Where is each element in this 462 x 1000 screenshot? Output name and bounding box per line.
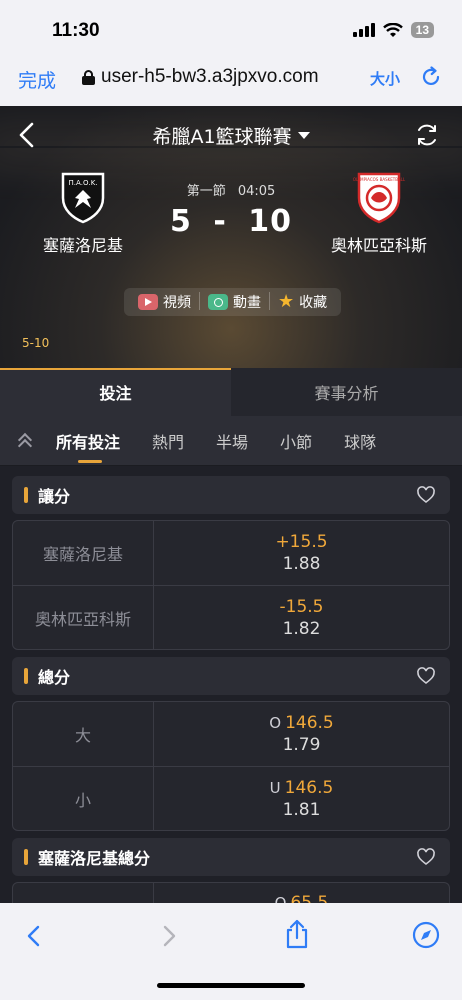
league-selector[interactable]: 希臘A1籃球聯賽 (0, 122, 462, 149)
odds-price: 1.82 (282, 618, 321, 639)
lock-icon (82, 69, 95, 85)
favorite-label: 收藏 (299, 295, 328, 311)
away-team-name: 奧林匹亞科斯 (330, 236, 427, 255)
scoreboard: 希臘A1籃球聯賽 Π.Α.Ο.Κ. 塞薩洛尼基 第一節 04:05 5 - 10 (0, 106, 462, 368)
chevron-down-icon (297, 132, 310, 139)
heart-icon[interactable] (416, 847, 436, 867)
under-prefix: U (269, 778, 281, 797)
tab-quarter[interactable]: 小節 (280, 429, 312, 453)
period-label: 第一節 (186, 184, 226, 199)
wifi-icon (382, 22, 403, 37)
collapse-all-icon[interactable] (16, 431, 36, 453)
away-crest-text: OLYMPIACOS BASKETBALL (353, 177, 406, 182)
odds-cell[interactable]: O 146.5 1.79 (154, 702, 449, 766)
handicap-section-header[interactable]: 讓分 (12, 476, 450, 514)
animation-button[interactable]: 動畫 (202, 292, 267, 312)
video-button[interactable]: 視頻 (132, 292, 197, 312)
selection-label: 大 (13, 702, 154, 766)
url-text: user-h5-bw3.a3jpxvo.com (101, 66, 319, 87)
animation-icon (208, 294, 228, 310)
tab-analysis[interactable]: 賽事分析 (231, 368, 462, 416)
media-toolbar: 視頻 動畫 ★ 收藏 (124, 288, 342, 316)
total-section-header[interactable]: 總分 (12, 657, 450, 695)
home-indicator (157, 983, 305, 988)
tab-bet[interactable]: 投注 (0, 368, 231, 416)
odds-price: 1.88 (282, 554, 321, 574)
done-button[interactable]: 完成 (18, 66, 56, 93)
battery-icon: 13 (410, 22, 434, 38)
status-bar: 11:30 13 (0, 0, 462, 52)
refresh-icon[interactable] (414, 122, 440, 148)
total-line: O 146.5 (269, 713, 333, 733)
share-icon[interactable] (283, 919, 311, 949)
tab-popular[interactable]: 熱門 (152, 429, 184, 453)
heart-icon[interactable] (416, 666, 436, 686)
video-icon (138, 294, 158, 310)
star-icon: ★ (278, 291, 295, 312)
reload-icon[interactable] (420, 66, 442, 88)
accent-bar (24, 487, 28, 503)
total-title: 總分 (38, 668, 71, 687)
away-team: OLYMPIACOS BASKETBALL 奧林匹亞科斯 (314, 168, 444, 256)
signal-icon (352, 23, 375, 37)
selection-label: 奧林匹亞科斯 (13, 586, 154, 649)
divider (269, 292, 270, 310)
mini-score: 5-10 (22, 336, 50, 350)
home-total-section-header[interactable]: 塞薩洛尼基總分 (12, 838, 450, 876)
animation-label: 動畫 (233, 295, 261, 311)
video-label: 視頻 (163, 295, 191, 311)
odds-cell[interactable]: +15.5 1.88 (154, 521, 449, 585)
line-value: 146.5 (285, 713, 334, 733)
handicap-market: 塞薩洛尼基 +15.5 1.88 奧林匹亞科斯 -15.5 1.82 (12, 520, 450, 650)
tab-all-bets[interactable]: 所有投注 (56, 429, 120, 463)
market-row[interactable]: 大 O 146.5 1.79 (13, 702, 449, 766)
home-total-title: 塞薩洛尼基總分 (38, 849, 151, 868)
bet-category-tabs: 所有投注 熱門 半場 小節 球隊 (0, 416, 462, 466)
market-row[interactable]: 塞薩洛尼基 +15.5 1.88 (13, 521, 449, 585)
forward-arrow-icon[interactable] (155, 923, 181, 949)
market-row[interactable]: 奧林匹亞科斯 -15.5 1.82 (13, 585, 449, 649)
odds-price: 1.81 (282, 799, 321, 820)
odds-cell[interactable]: -15.5 1.82 (154, 586, 449, 649)
text-size-button[interactable]: 大小 (370, 68, 400, 89)
status-time: 11:30 (52, 20, 100, 41)
handicap-title: 讓分 (38, 487, 71, 506)
away-score: 10 (248, 204, 292, 239)
tab-half[interactable]: 半場 (216, 429, 248, 453)
league-title: 希臘A1籃球聯賽 (152, 126, 292, 148)
main-tabs: 投注 賽事分析 (0, 368, 462, 416)
browser-address-bar: 完成 user-h5-bw3.a3jpxvo.com 大小 (0, 52, 462, 106)
handicap-line: +15.5 (275, 532, 328, 552)
back-arrow-icon[interactable] (22, 923, 48, 949)
line-value: 146.5 (284, 777, 334, 798)
accent-bar (24, 849, 28, 865)
odds-price: 1.79 (282, 735, 321, 755)
odds-cell[interactable]: U 146.5 1.81 (154, 767, 449, 830)
market-row[interactable]: 小 U 146.5 1.81 (13, 766, 449, 830)
url-field[interactable]: user-h5-bw3.a3jpxvo.com (82, 66, 319, 88)
handicap-line: -15.5 (279, 596, 324, 617)
status-icons: 13 (352, 22, 434, 38)
accent-bar (24, 668, 28, 684)
selection-label: 塞薩洛尼基 (13, 521, 154, 585)
heart-icon[interactable] (416, 485, 436, 505)
compass-icon[interactable] (412, 921, 440, 949)
score-separator: - (213, 204, 227, 239)
home-score: 5 (170, 204, 192, 239)
tab-team[interactable]: 球隊 (344, 429, 376, 453)
divider (199, 292, 200, 310)
game-clock: 04:05 (237, 184, 276, 199)
favorite-button[interactable]: ★ 收藏 (272, 292, 333, 312)
total-market: 大 O 146.5 1.79 小 U 146.5 1.81 (12, 701, 450, 831)
total-line: U 146.5 (270, 778, 334, 798)
over-prefix: O (269, 714, 282, 732)
selection-label: 小 (13, 767, 154, 830)
away-team-crest: OLYMPIACOS BASKETBALL (351, 168, 407, 224)
